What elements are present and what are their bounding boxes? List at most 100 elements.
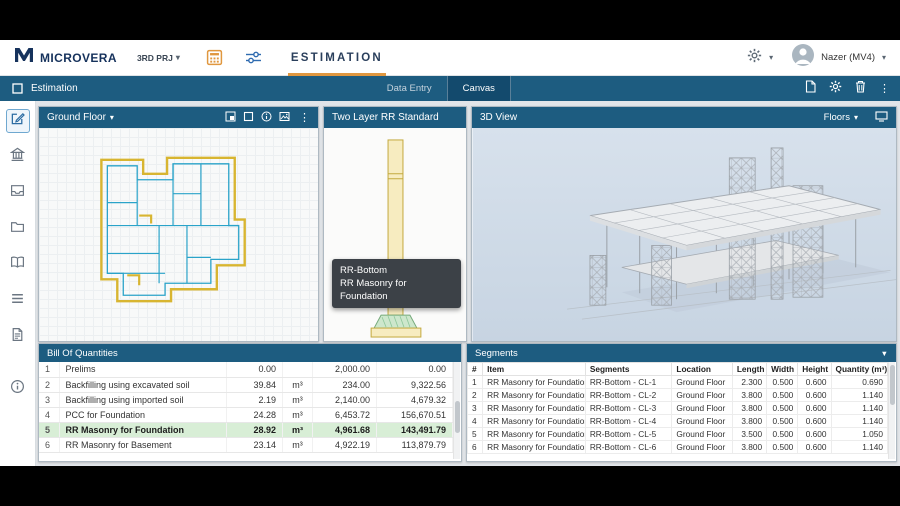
boq-table-body: 1Prelims0.002,000.000.002Backfilling usi…: [39, 362, 453, 452]
boq-row[interactable]: 5RR Masonry for Foundation28.92m³4,961.6…: [39, 422, 453, 437]
sidebar-item-list[interactable]: [6, 289, 30, 313]
app-window: MICROVERA 3RD PRJ ▾ ESTIMATION ▾ Nazer (…: [0, 40, 900, 466]
view-tabs: Data Entry Canvas: [372, 76, 511, 101]
segment-row[interactable]: 1RR Masonry for FoundationRR-Bottom - CL…: [468, 376, 888, 389]
calculator-icon[interactable]: [206, 49, 223, 66]
menu-lines-icon: [10, 291, 25, 311]
floor-plan-panel: Ground Floor ▾ ⋮: [38, 106, 319, 342]
view3d-title: 3D View: [480, 112, 517, 123]
boq-row[interactable]: 4PCC for Foundation24.28m³6,453.72156,67…: [39, 407, 453, 422]
segments-scrollbar[interactable]: [888, 362, 895, 459]
segment-row[interactable]: 3RR Masonry for FoundationRR-Bottom - CL…: [468, 402, 888, 415]
boq-header: Bill Of Quantities: [39, 344, 461, 362]
fullscreen-icon[interactable]: [875, 111, 888, 125]
segments-title: Segments: [475, 348, 518, 359]
section-panel: Two Layer RR Standard RR-Bottom RR Mason…: [323, 106, 467, 342]
floor-plan-header: Ground Floor ▾ ⋮: [39, 107, 318, 128]
boq-row[interactable]: 1Prelims0.002,000.000.00: [39, 362, 453, 377]
microvera-logo-icon: [14, 48, 34, 68]
chevron-down-icon: ▾: [854, 113, 858, 122]
segment-row[interactable]: 4RR Masonry for FoundationRR-Bottom - CL…: [468, 415, 888, 428]
tooltip-item-name: RR Masonry for Foundation: [340, 277, 453, 303]
boq-title: Bill Of Quantities: [47, 348, 118, 359]
segment-row[interactable]: 6RR Masonry for FoundationRR-Bottom - CL…: [468, 441, 888, 454]
tab-canvas[interactable]: Canvas: [447, 76, 511, 101]
sidebar-item-library[interactable]: [6, 253, 30, 277]
sidebar-item-folder[interactable]: [6, 217, 30, 241]
floors-dropdown[interactable]: Floors ▾: [824, 112, 858, 123]
boq-row[interactable]: 3Backfilling using imported soil2.19m³2,…: [39, 392, 453, 407]
kebab-menu-icon[interactable]: ⋮: [879, 82, 890, 95]
segments-header-row: #ItemSegmentsLocationLengthWidthHeightQu…: [468, 363, 888, 376]
view3d-canvas[interactable]: [472, 128, 896, 342]
boq-table: 1Prelims0.002,000.000.002Backfilling usi…: [39, 362, 453, 453]
section-title: Two Layer RR Standard: [332, 112, 439, 123]
tab-data-entry[interactable]: Data Entry: [372, 76, 447, 101]
trash-icon[interactable]: [855, 80, 866, 98]
brand-name: MICROVERA: [40, 51, 117, 65]
overlay-icon[interactable]: [225, 111, 236, 125]
project-name: 3RD PRJ: [137, 53, 173, 63]
section-canvas[interactable]: RR-Bottom RR Masonry for Foundation: [324, 128, 466, 342]
document-icon[interactable]: [805, 80, 816, 98]
inbox-icon: [10, 183, 25, 203]
boq-scrollbar[interactable]: [453, 362, 460, 459]
floor-plan-drawing: [39, 128, 319, 342]
floor-plan-title: Ground Floor: [47, 112, 106, 123]
boq-panel: Bill Of Quantities 1Prelims0.002,000.000…: [38, 343, 462, 462]
estimation-module-icon: [12, 83, 23, 94]
segments-table-wrap: #ItemSegmentsLocationLengthWidthHeightQu…: [467, 362, 896, 460]
boq-row[interactable]: 2Backfilling using excavated soil39.84m³…: [39, 377, 453, 392]
bank-icon: [10, 147, 25, 167]
segments-table-body: 1RR Masonry for FoundationRR-Bottom - CL…: [468, 376, 888, 454]
sidebar-item-bank[interactable]: [6, 145, 30, 169]
segment-row[interactable]: 5RR Masonry for FoundationRR-Bottom - CL…: [468, 428, 888, 441]
tooltip-segment-name: RR-Bottom: [340, 264, 453, 277]
info-icon: [10, 379, 25, 399]
chevron-down-icon[interactable]: ▾: [882, 53, 886, 62]
rectangle-tool-icon[interactable]: [243, 111, 254, 125]
workspace: Ground Floor ▾ ⋮: [0, 101, 900, 466]
building-3d-drawing: [472, 128, 897, 342]
breadcrumb: Estimation: [31, 83, 78, 94]
secondary-toolbar: Estimation Data Entry Canvas ⋮: [0, 76, 900, 101]
segments-scroll-thumb[interactable]: [890, 365, 895, 405]
sidebar-item-inbox[interactable]: [6, 181, 30, 205]
sidebar-item-info[interactable]: [6, 377, 30, 401]
module-title: ESTIMATION: [288, 40, 386, 76]
segments-header: Segments ▼: [467, 344, 896, 362]
avatar[interactable]: [792, 44, 814, 71]
user-name[interactable]: Nazer (MV4): [821, 52, 875, 63]
boq-scroll-thumb[interactable]: [455, 401, 460, 433]
project-selector[interactable]: 3RD PRJ ▾: [137, 53, 180, 63]
section-drawing: [324, 128, 467, 342]
floor-selector[interactable]: Ground Floor ▾: [47, 112, 114, 123]
view3d-header: 3D View Floors ▾: [472, 107, 896, 128]
section-header: Two Layer RR Standard: [324, 107, 466, 128]
settings-gear-icon[interactable]: [747, 48, 762, 68]
top-header-bar: MICROVERA 3RD PRJ ▾ ESTIMATION ▾ Nazer (…: [0, 40, 900, 76]
floors-label: Floors: [824, 112, 850, 123]
chevron-down-icon: ▾: [110, 113, 114, 122]
pencil-icon: [10, 111, 25, 131]
gear-icon[interactable]: [829, 80, 842, 98]
boq-table-wrap: 1Prelims0.002,000.000.002Backfilling usi…: [39, 362, 461, 460]
chevron-down-icon: ▾: [176, 53, 180, 62]
sliders-icon[interactable]: [245, 50, 262, 65]
chevron-down-icon[interactable]: ▾: [769, 53, 773, 62]
sidebar-item-report[interactable]: [6, 325, 30, 349]
segment-row[interactable]: 2RR Masonry for FoundationRR-Bottom - CL…: [468, 389, 888, 402]
left-sidebar: [0, 101, 36, 466]
collapse-triangle-icon[interactable]: ▼: [881, 349, 888, 358]
info-icon[interactable]: [261, 111, 272, 125]
segments-table: #ItemSegmentsLocationLengthWidthHeightQu…: [467, 362, 888, 454]
letterbox-bottom: [0, 466, 900, 506]
sidebar-item-edit[interactable]: [6, 109, 30, 133]
boq-row[interactable]: 6RR Masonry for Basement23.14m³4,922.191…: [39, 437, 453, 452]
kebab-menu-icon[interactable]: ⋮: [299, 111, 310, 124]
segment-tooltip: RR-Bottom RR Masonry for Foundation: [332, 259, 461, 308]
image-icon[interactable]: [279, 111, 290, 125]
view3d-panel: 3D View Floors ▾: [471, 106, 897, 342]
folder-icon: [10, 219, 25, 239]
floor-plan-canvas[interactable]: [39, 128, 318, 342]
